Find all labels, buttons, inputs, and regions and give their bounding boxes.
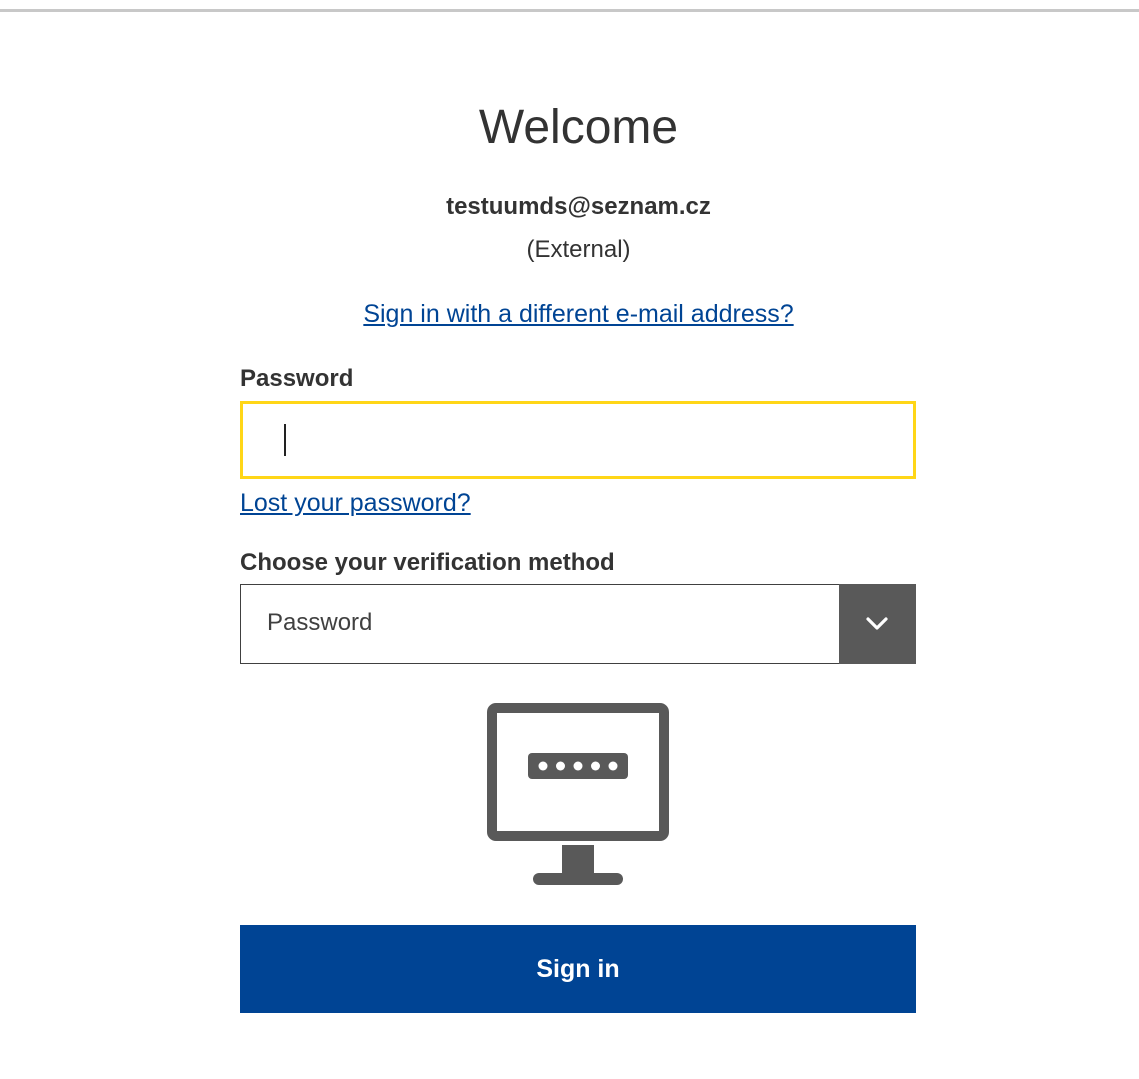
top-divider [0,9,1139,12]
lost-password-link[interactable]: Lost your password? [240,489,471,517]
user-email: testuumds@seznam.cz [446,193,711,220]
different-email-link[interactable]: Sign in with a different e-mail address? [363,300,793,328]
verification-method-value: Password [267,609,373,636]
account-type: (External) [526,236,631,263]
sign-in-button[interactable]: Sign in [240,925,916,1013]
different-email-link-container: Sign in with a different e-mail address? [0,299,1139,329]
password-input[interactable] [240,401,916,479]
verification-method-select[interactable]: Password [240,584,916,664]
select-dropdown-button[interactable] [839,584,916,664]
password-label: Password [240,365,354,392]
chevron-down-icon [866,617,888,630]
page-title: Welcome [478,101,679,154]
text-caret [284,424,286,456]
lost-password-link-container: Lost your password? [240,488,471,518]
monitor-password-icon [487,703,669,892]
verification-method-label: Choose your verification method [240,549,615,576]
